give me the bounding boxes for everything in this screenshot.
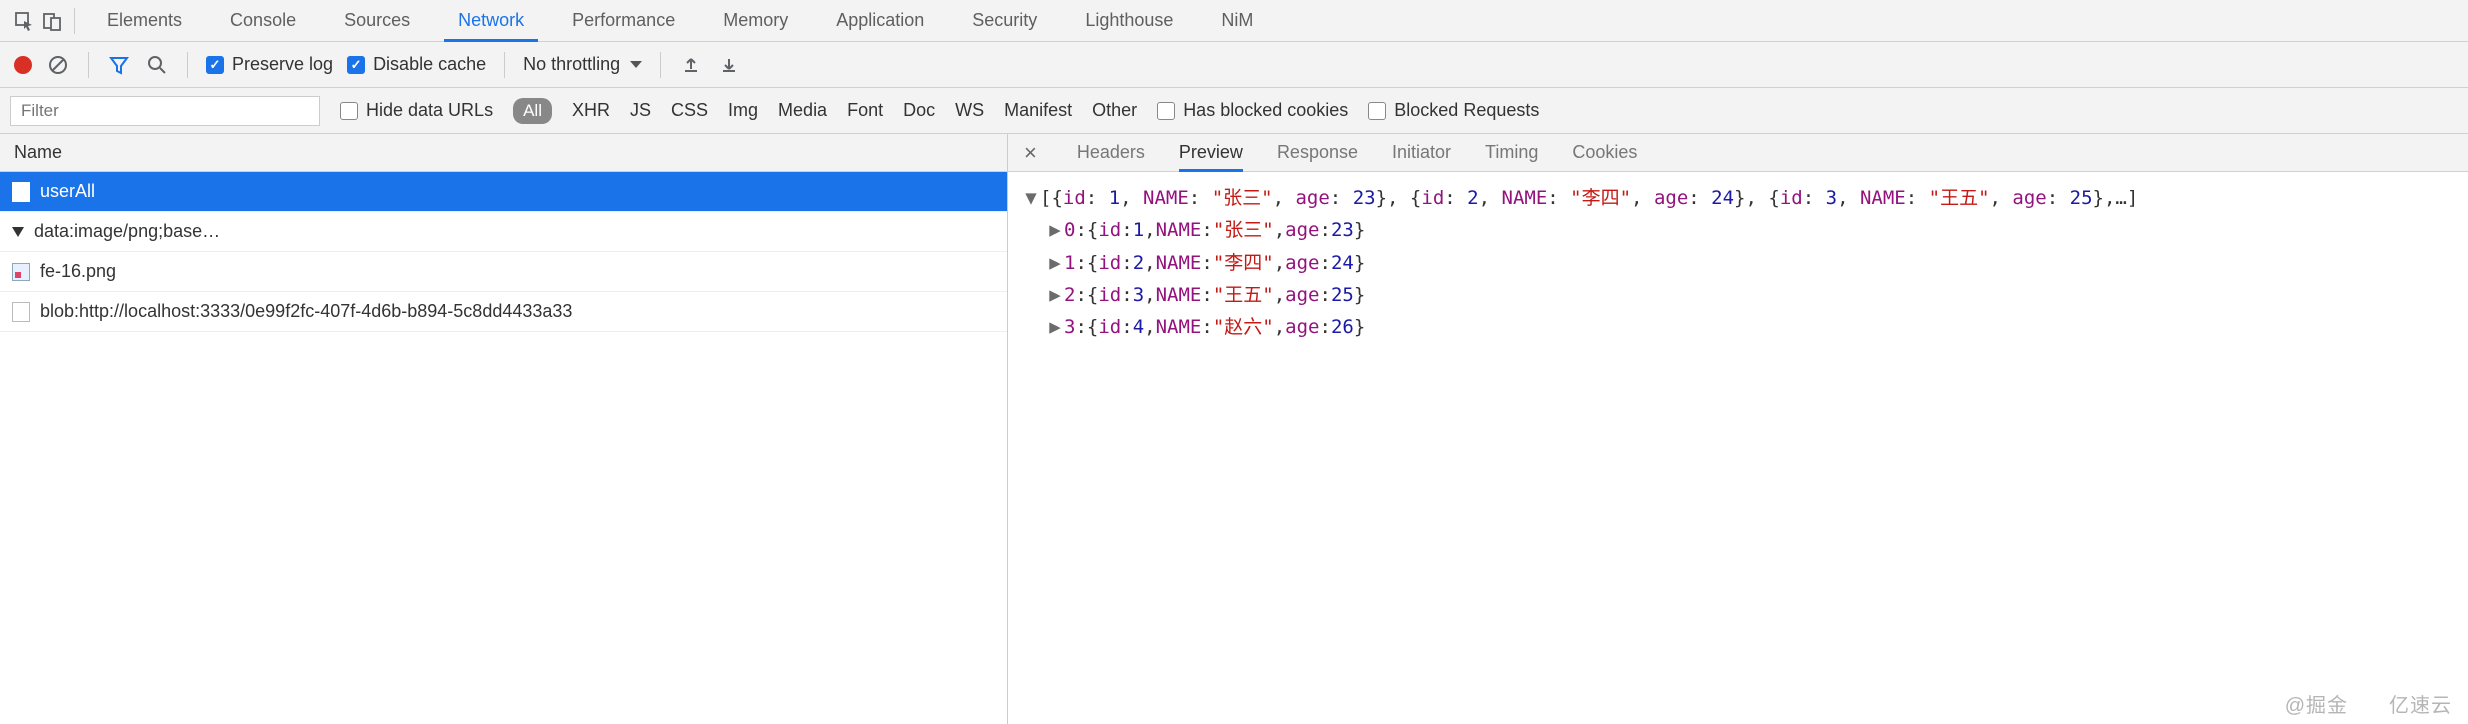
request-row[interactable]: blob:http://localhost:3333/0e99f2fc-407f… [0, 292, 1007, 332]
filter-type-font[interactable]: Font [847, 100, 883, 121]
watermark-1: @掘金 [2285, 689, 2348, 718]
preview-panel: ▼[{id: 1, NAME: "张三", age: 23}, {id: 2, … [1008, 172, 2468, 343]
preserve-log-checkbox[interactable]: Preserve log [206, 54, 333, 75]
filter-type-ws[interactable]: WS [955, 100, 984, 121]
separator [88, 52, 89, 78]
detail-tab-headers[interactable]: Headers [1077, 134, 1145, 171]
column-header-name[interactable]: Name [0, 134, 1007, 172]
disable-cache-label: Disable cache [373, 54, 486, 75]
device-toggle-icon[interactable] [38, 11, 66, 31]
chevron-down-icon [630, 61, 642, 68]
upload-har-icon[interactable] [679, 53, 703, 77]
download-har-icon[interactable] [717, 53, 741, 77]
tab-lighthouse[interactable]: Lighthouse [1061, 0, 1197, 41]
close-icon[interactable]: × [1018, 140, 1043, 166]
throttling-label: No throttling [523, 54, 620, 75]
filter-input[interactable] [10, 96, 320, 126]
separator [187, 52, 188, 78]
filter-icon[interactable] [107, 53, 131, 77]
watermark-2: 亿速云 [2389, 689, 2452, 718]
filter-types: XHR JS CSS Img Media Font Doc WS Manifest Other [572, 100, 1137, 121]
tab-performance[interactable]: Performance [548, 0, 699, 41]
separator [74, 8, 75, 34]
detail-tab-timing[interactable]: Timing [1485, 134, 1538, 171]
detail-pane: × Headers Preview Response Initiator Timing C… [1008, 134, 2468, 724]
main-tabs: ElementsConsoleSourcesNetworkPerformance… [83, 0, 1277, 41]
blocked-requests-checkbox[interactable]: Blocked Requests [1368, 100, 1539, 121]
separator [504, 52, 505, 78]
filter-type-doc[interactable]: Doc [903, 100, 935, 121]
hide-data-urls-label: Hide data URLs [366, 100, 493, 121]
disable-cache-checkbox[interactable]: Disable cache [347, 54, 486, 75]
separator [660, 52, 661, 78]
filter-type-manifest[interactable]: Manifest [1004, 100, 1072, 121]
request-row[interactable]: data:image/png;base… [0, 212, 1007, 252]
request-name: userAll [40, 181, 95, 202]
clear-icon[interactable] [46, 53, 70, 77]
filter-type-all[interactable]: All [513, 98, 552, 124]
network-filter-bar: Hide data URLs All XHR JS CSS Img Media Font D… [0, 88, 2468, 134]
detail-tab-initiator[interactable]: Initiator [1392, 134, 1451, 171]
file-icon [12, 182, 30, 202]
filter-type-css[interactable]: CSS [671, 100, 708, 121]
tab-security[interactable]: Security [948, 0, 1061, 41]
search-icon[interactable] [145, 53, 169, 77]
request-row[interactable]: fe-16.png [0, 252, 1007, 292]
image-icon [12, 263, 30, 281]
filter-type-js[interactable]: JS [630, 100, 651, 121]
blank-icon [12, 302, 30, 322]
filter-type-other[interactable]: Other [1092, 100, 1137, 121]
preserve-log-label: Preserve log [232, 54, 333, 75]
tab-memory[interactable]: Memory [699, 0, 812, 41]
record-button[interactable] [14, 56, 32, 74]
has-blocked-cookies-checkbox[interactable]: Has blocked cookies [1157, 100, 1348, 121]
triangle-icon [12, 227, 24, 237]
devtools-tabstrip: ElementsConsoleSourcesNetworkPerformance… [0, 0, 2468, 42]
detail-tabs: × Headers Preview Response Initiator Timing C… [1008, 134, 2468, 172]
network-toolbar: Preserve log Disable cache No throttling [0, 42, 2468, 88]
request-name: blob:http://localhost:3333/0e99f2fc-407f… [40, 301, 572, 322]
tab-elements[interactable]: Elements [83, 0, 206, 41]
tab-application[interactable]: Application [812, 0, 948, 41]
request-rows: userAll data:image/png;base… fe-16.png blob… [0, 172, 1007, 332]
request-list-pane: Name userAll data:image/png;base… fe-16.pn… [0, 134, 1008, 724]
throttling-dropdown[interactable]: No throttling [523, 54, 642, 75]
hide-data-urls-checkbox[interactable]: Hide data URLs [340, 100, 493, 121]
filter-type-img[interactable]: Img [728, 100, 758, 121]
detail-tab-preview[interactable]: Preview [1179, 134, 1243, 171]
request-name: fe-16.png [40, 261, 116, 282]
request-name: data:image/png;base… [34, 221, 220, 242]
detail-tab-response[interactable]: Response [1277, 134, 1358, 171]
detail-tab-cookies[interactable]: Cookies [1572, 134, 1637, 171]
request-row[interactable]: userAll [0, 172, 1007, 212]
tab-console[interactable]: Console [206, 0, 320, 41]
tab-sources[interactable]: Sources [320, 0, 434, 41]
blocked-requests-label: Blocked Requests [1394, 100, 1539, 121]
filter-type-xhr[interactable]: XHR [572, 100, 610, 121]
inspect-element-icon[interactable] [10, 11, 38, 31]
tab-network[interactable]: Network [434, 0, 548, 41]
tab-nim[interactable]: NiM [1197, 0, 1277, 41]
filter-type-media[interactable]: Media [778, 100, 827, 121]
has-blocked-cookies-label: Has blocked cookies [1183, 100, 1348, 121]
split-pane: Name userAll data:image/png;base… fe-16.pn… [0, 134, 2468, 724]
